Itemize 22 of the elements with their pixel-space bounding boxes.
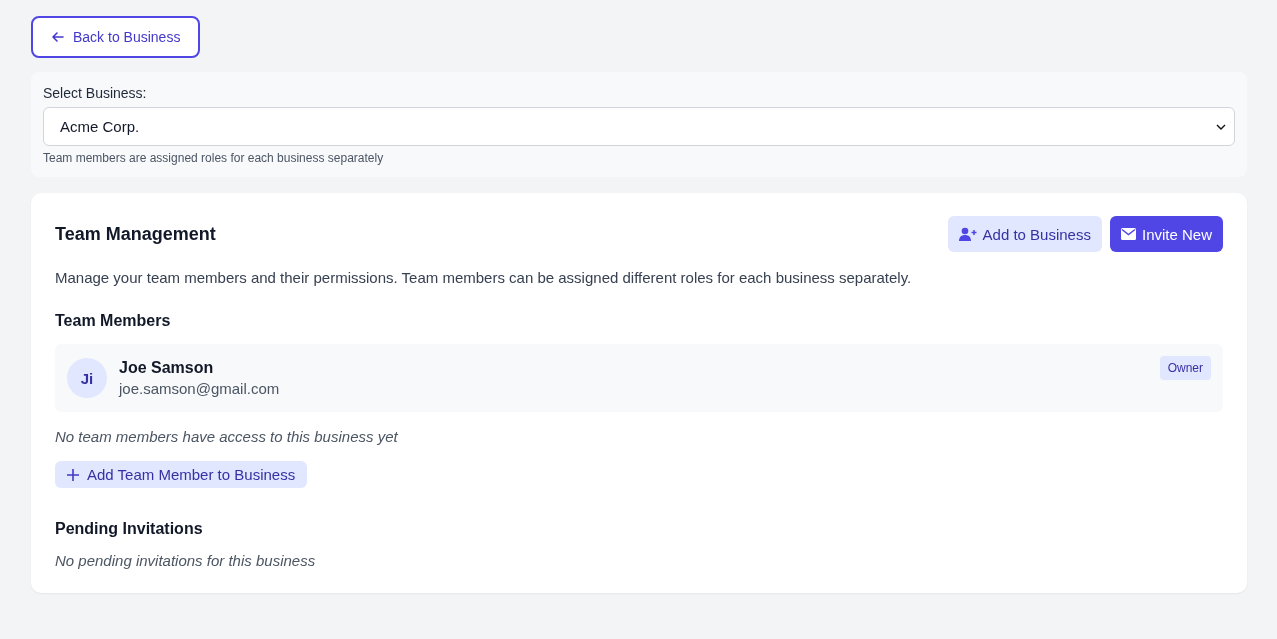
member-email: joe.samson@gmail.com	[119, 380, 281, 397]
member-name: Joe Samson	[119, 359, 215, 377]
card-title: Team Management	[55, 223, 216, 245]
user-plus-icon	[958, 227, 977, 241]
add-member-button[interactable]: Add Team Member to Business	[55, 461, 308, 488]
back-button[interactable]: Back to Business	[31, 16, 201, 58]
empty-message: No pending invitations for this business	[55, 552, 317, 569]
select-hint: Team members are assigned roles for each business separately	[43, 151, 385, 165]
avatar-initials: Ji	[67, 358, 107, 398]
envelope-icon	[1120, 228, 1136, 240]
section-heading: Team Members	[55, 312, 172, 330]
section-heading: Pending Invitations	[55, 520, 204, 538]
arrow-left-icon	[51, 30, 65, 44]
card-description: Manage your team members and their permissions. Team members can be assigned different roles for each business separately.	[55, 269, 913, 286]
role-badge: Owner	[1159, 356, 1211, 380]
chevron-down-icon	[1216, 123, 1226, 130]
empty-message: No team members have access to this business yet	[55, 428, 399, 445]
add-to-business-button[interactable]: Add to Business	[947, 216, 1102, 252]
select-label: Select Business:	[43, 85, 148, 101]
invite-new-button[interactable]: Invite New	[1109, 216, 1223, 252]
business-select[interactable]: Acme Corp.	[43, 107, 1235, 146]
plus-icon	[67, 468, 79, 481]
